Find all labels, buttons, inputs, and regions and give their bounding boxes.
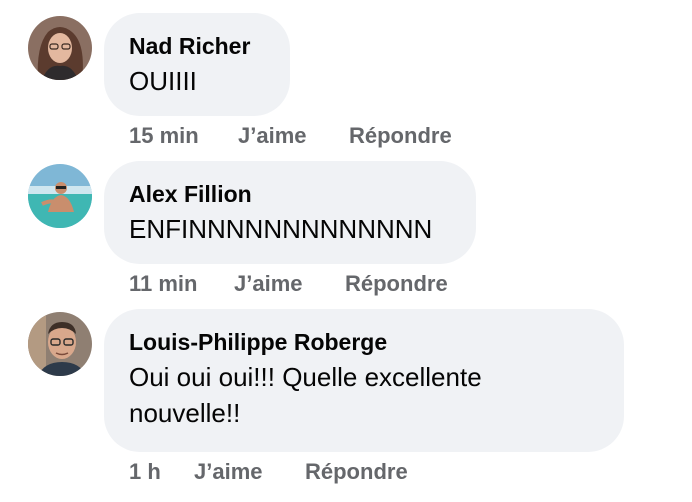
user-photo-alex-icon <box>28 164 92 228</box>
comment-bubble: Nad Richer OUIIII <box>104 13 290 116</box>
reply-button[interactable]: Répondre <box>345 271 448 297</box>
like-button[interactable]: J’aime <box>194 459 263 485</box>
avatar[interactable] <box>28 164 92 228</box>
comment-time[interactable]: 15 min <box>129 123 199 149</box>
user-photo-louis-philippe-icon <box>28 312 92 376</box>
comment-author[interactable]: Louis-Philippe Roberge <box>129 328 598 356</box>
comment-author[interactable]: Nad Richer <box>129 32 264 60</box>
comment-time[interactable]: 1 h <box>129 459 161 485</box>
comment-time[interactable]: 11 min <box>129 271 197 297</box>
comment-author[interactable]: Alex Fillion <box>129 180 450 208</box>
user-photo-nad-icon <box>28 16 92 80</box>
like-button[interactable]: J’aime <box>238 123 307 149</box>
comment-bubble: Alex Fillion ENFINNNNNNNNNNNNN <box>104 161 476 264</box>
comment-text-line: nouvelle!! <box>129 398 241 428</box>
comment-text-line: Oui oui oui!!! Quelle excellente <box>129 362 482 392</box>
reply-button[interactable]: Répondre <box>305 459 408 485</box>
reply-button[interactable]: Répondre <box>349 123 452 149</box>
comment-bubble: Louis-Philippe Roberge Oui oui oui!!! Qu… <box>104 309 624 452</box>
comment-list: Nad Richer OUIIII 15 min J’aime Répondre… <box>0 0 692 502</box>
avatar[interactable] <box>28 312 92 376</box>
like-button[interactable]: J’aime <box>234 271 303 297</box>
comment-text: OUIIII <box>129 66 197 96</box>
avatar[interactable] <box>28 16 92 80</box>
comment-text: ENFINNNNNNNNNNNNN <box>129 214 433 244</box>
